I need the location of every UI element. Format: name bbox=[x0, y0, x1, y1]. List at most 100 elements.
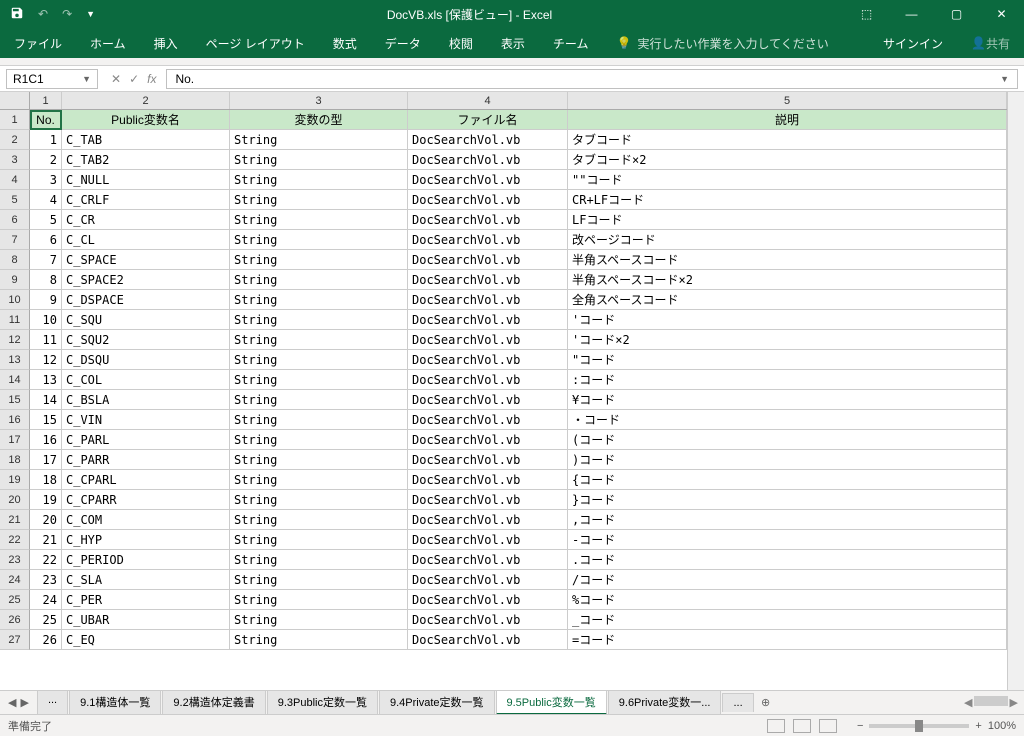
cell-type[interactable]: String bbox=[230, 630, 408, 650]
cell-desc[interactable]: 'コード×2 bbox=[568, 330, 1007, 350]
cell-name[interactable]: C_SPACE2 bbox=[62, 270, 230, 290]
cell-file[interactable]: DocSearchVol.vb bbox=[408, 130, 568, 150]
cell-no[interactable]: 5 bbox=[30, 210, 62, 230]
cell-name[interactable]: C_PER bbox=[62, 590, 230, 610]
cell-type[interactable]: String bbox=[230, 530, 408, 550]
share-button[interactable]: 👤 共有 bbox=[957, 28, 1024, 58]
page-layout-view-icon[interactable] bbox=[793, 719, 811, 733]
cell-no[interactable]: 13 bbox=[30, 370, 62, 390]
cell-name[interactable]: C_CL bbox=[62, 230, 230, 250]
cell-no[interactable]: 21 bbox=[30, 530, 62, 550]
signin-link[interactable]: サインイン bbox=[869, 28, 957, 58]
sheet-tab[interactable]: 9.3Public定数一覧 bbox=[267, 690, 378, 715]
cell-type[interactable]: String bbox=[230, 590, 408, 610]
cell-header-type[interactable]: 変数の型 bbox=[230, 110, 408, 130]
cell-desc[interactable]: ・コード bbox=[568, 410, 1007, 430]
cell-file[interactable]: DocSearchVol.vb bbox=[408, 570, 568, 590]
cell-name[interactable]: C_HYP bbox=[62, 530, 230, 550]
row-header[interactable]: 27 bbox=[0, 630, 30, 650]
cell-type[interactable]: String bbox=[230, 310, 408, 330]
row-header[interactable]: 6 bbox=[0, 210, 30, 230]
cell-type[interactable]: String bbox=[230, 410, 408, 430]
cell-no[interactable]: 17 bbox=[30, 450, 62, 470]
sheet-tab[interactable]: 9.6Private変数一... bbox=[608, 690, 722, 715]
horizontal-scrollbar[interactable]: ◀▶ bbox=[964, 696, 1024, 709]
cell-name[interactable]: C_BSLA bbox=[62, 390, 230, 410]
cell-desc[interactable]: _コード bbox=[568, 610, 1007, 630]
tab-data[interactable]: データ bbox=[371, 28, 435, 58]
page-break-view-icon[interactable] bbox=[819, 719, 837, 733]
row-header[interactable]: 9 bbox=[0, 270, 30, 290]
cell-file[interactable]: DocSearchVol.vb bbox=[408, 610, 568, 630]
cell-desc[interactable]: }コード bbox=[568, 490, 1007, 510]
cell-type[interactable]: String bbox=[230, 570, 408, 590]
cell-desc[interactable]: .コード bbox=[568, 550, 1007, 570]
cell-desc[interactable]: "コード bbox=[568, 350, 1007, 370]
cell-desc[interactable]: :コード bbox=[568, 370, 1007, 390]
cell-file[interactable]: DocSearchVol.vb bbox=[408, 150, 568, 170]
cell-name[interactable]: C_PARR bbox=[62, 450, 230, 470]
cell-type[interactable]: String bbox=[230, 170, 408, 190]
tab-review[interactable]: 校閲 bbox=[435, 28, 487, 58]
sheet-tab[interactable]: ... bbox=[37, 690, 68, 715]
cell-type[interactable]: String bbox=[230, 350, 408, 370]
cell-no[interactable]: 20 bbox=[30, 510, 62, 530]
cell-desc[interactable]: )コード bbox=[568, 450, 1007, 470]
tab-formulas[interactable]: 数式 bbox=[319, 28, 371, 58]
row-header[interactable]: 14 bbox=[0, 370, 30, 390]
cell-type[interactable]: String bbox=[230, 150, 408, 170]
cell-name[interactable]: C_SQU bbox=[62, 310, 230, 330]
cell-desc[interactable]: ¥コード bbox=[568, 390, 1007, 410]
cell-file[interactable]: DocSearchVol.vb bbox=[408, 330, 568, 350]
cell-no[interactable]: 11 bbox=[30, 330, 62, 350]
cell-name[interactable]: C_COM bbox=[62, 510, 230, 530]
cell-name[interactable]: C_EQ bbox=[62, 630, 230, 650]
cell-name[interactable]: C_TAB bbox=[62, 130, 230, 150]
select-all-corner[interactable] bbox=[0, 92, 30, 109]
row-header[interactable]: 7 bbox=[0, 230, 30, 250]
row-header[interactable]: 25 bbox=[0, 590, 30, 610]
sheet-prev-icon[interactable]: ◀ bbox=[8, 696, 16, 709]
row-header[interactable]: 21 bbox=[0, 510, 30, 530]
cell-file[interactable]: DocSearchVol.vb bbox=[408, 630, 568, 650]
enter-icon[interactable]: ✓ bbox=[129, 72, 139, 86]
cell-name[interactable]: C_DSQU bbox=[62, 350, 230, 370]
cell-no[interactable]: 2 bbox=[30, 150, 62, 170]
ribbon-display-icon[interactable]: ⬚ bbox=[844, 0, 889, 28]
row-header[interactable]: 3 bbox=[0, 150, 30, 170]
cell-name[interactable]: C_PARL bbox=[62, 430, 230, 450]
sheet-tab[interactable]: 9.2構造体定義書 bbox=[162, 690, 265, 715]
col-header-1[interactable]: 1 bbox=[30, 92, 62, 109]
cell-name[interactable]: C_UBAR bbox=[62, 610, 230, 630]
row-header[interactable]: 18 bbox=[0, 450, 30, 470]
cell-type[interactable]: String bbox=[230, 230, 408, 250]
cell-name[interactable]: C_VIN bbox=[62, 410, 230, 430]
cell-type[interactable]: String bbox=[230, 250, 408, 270]
cell-type[interactable]: String bbox=[230, 550, 408, 570]
vertical-scrollbar[interactable] bbox=[1007, 92, 1024, 690]
cell-name[interactable]: C_NULL bbox=[62, 170, 230, 190]
cell-file[interactable]: DocSearchVol.vb bbox=[408, 370, 568, 390]
undo-icon[interactable]: ↶ bbox=[38, 7, 48, 21]
sheet-tab[interactable]: 9.4Private定数一覧 bbox=[379, 690, 495, 715]
cell-file[interactable]: DocSearchVol.vb bbox=[408, 230, 568, 250]
row-header[interactable]: 16 bbox=[0, 410, 30, 430]
tab-page-layout[interactable]: ページ レイアウト bbox=[192, 28, 319, 58]
sheet-more-icon[interactable]: ... bbox=[722, 693, 753, 712]
cell-file[interactable]: DocSearchVol.vb bbox=[408, 170, 568, 190]
cell-desc[interactable]: ,コード bbox=[568, 510, 1007, 530]
cell-type[interactable]: String bbox=[230, 210, 408, 230]
cell-desc[interactable]: %コード bbox=[568, 590, 1007, 610]
cell-file[interactable]: DocSearchVol.vb bbox=[408, 450, 568, 470]
row-header[interactable]: 17 bbox=[0, 430, 30, 450]
cell-file[interactable]: DocSearchVol.vb bbox=[408, 490, 568, 510]
cell-no[interactable]: 9 bbox=[30, 290, 62, 310]
cell-desc[interactable]: 全角スペースコード bbox=[568, 290, 1007, 310]
cell-no[interactable]: 25 bbox=[30, 610, 62, 630]
formula-expand-icon[interactable]: ▼ bbox=[1000, 74, 1009, 84]
row-header[interactable]: 4 bbox=[0, 170, 30, 190]
cell-no[interactable]: 24 bbox=[30, 590, 62, 610]
row-header[interactable]: 13 bbox=[0, 350, 30, 370]
cell-file[interactable]: DocSearchVol.vb bbox=[408, 350, 568, 370]
minimize-icon[interactable]: — bbox=[889, 0, 934, 28]
